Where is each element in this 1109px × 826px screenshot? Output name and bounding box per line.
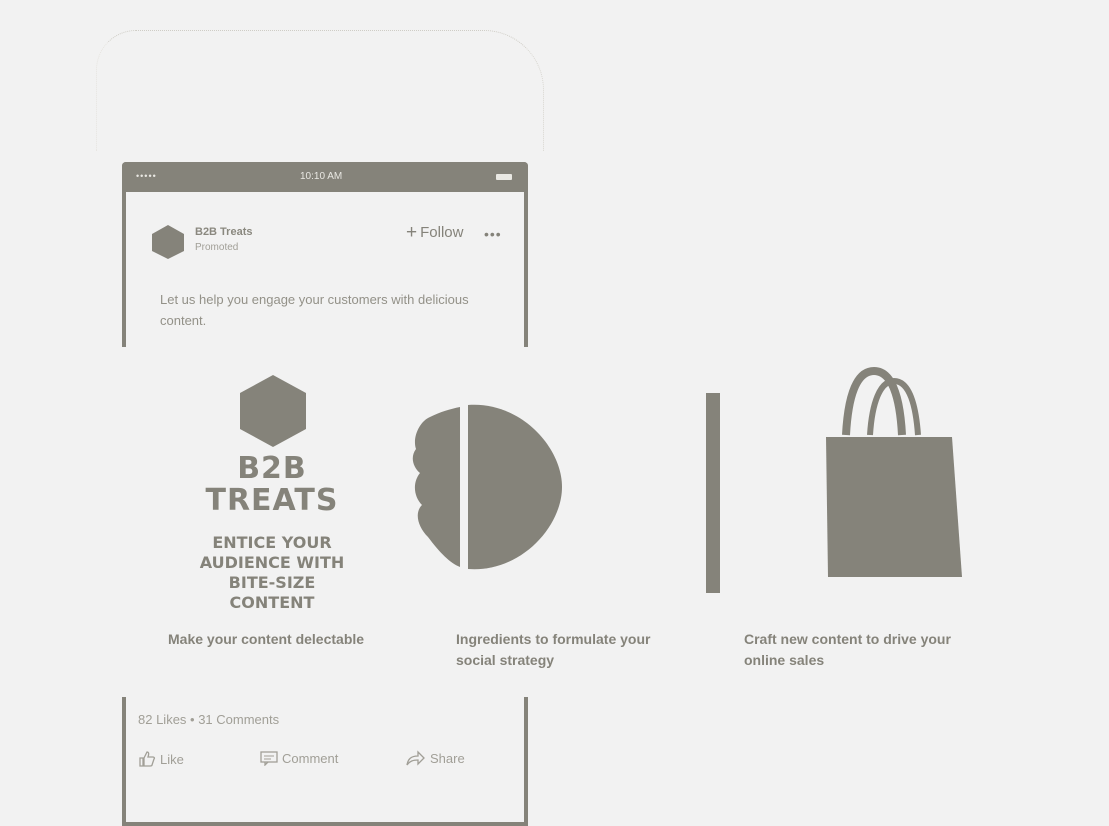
logo-title: B2B TREATS — [122, 453, 422, 517]
brand-name[interactable]: B2B Treats — [195, 226, 252, 238]
comment-button[interactable]: Comment — [260, 750, 338, 766]
post-footer: 82 Likes • 31 Comments Like Comment Shar… — [138, 712, 508, 767]
signal-dots: ••••• — [136, 171, 157, 181]
card-caption[interactable]: Craft new content to drive your online s… — [744, 629, 964, 671]
share-arrow-icon — [406, 750, 425, 766]
logo-title-text: B2B TREATS — [205, 451, 339, 518]
bitten-cookie-icon — [412, 404, 562, 570]
like-label: Like — [160, 751, 184, 767]
carousel-card[interactable]: B2B TREATS ENTICE YOUR AUDIENCE WITH BIT… — [122, 347, 410, 697]
logo-tagline: ENTICE YOUR AUDIENCE WITH BITE-SIZE CONT… — [122, 533, 422, 613]
engagement-counts[interactable]: 82 Likes • 31 Comments — [138, 712, 508, 727]
battery-icon — [496, 174, 512, 180]
status-bar: ••••• 10:10 AM — [122, 162, 528, 192]
follow-label: Follow — [420, 224, 464, 241]
thumbs-up-icon — [139, 751, 156, 767]
background-device-outline — [96, 30, 544, 151]
comment-icon — [260, 751, 278, 766]
more-options-icon[interactable]: ••• — [484, 226, 502, 242]
post-header: B2B Treats Promoted + Follow ••• — [150, 220, 510, 260]
carousel-card[interactable]: Ingredients to formulate your social str… — [410, 347, 698, 697]
hexagon-logo-icon — [240, 375, 306, 447]
like-button[interactable]: Like — [138, 750, 184, 768]
brand-avatar-hexagon-icon[interactable] — [150, 224, 186, 260]
comment-label: Comment — [282, 750, 339, 766]
action-bar: Like Comment Share — [138, 750, 508, 774]
share-label: Share — [430, 750, 465, 766]
plus-icon: + — [406, 222, 418, 243]
promoted-label: Promoted — [195, 242, 239, 253]
carousel[interactable]: B2B TREATS ENTICE YOUR AUDIENCE WITH BIT… — [122, 347, 992, 697]
card-caption[interactable]: Ingredients to formulate your social str… — [456, 629, 676, 671]
carousel-card[interactable]: Craft new content to drive your online s… — [698, 347, 986, 697]
card-caption[interactable]: Make your content delectable — [168, 629, 388, 650]
tote-bag-icon — [826, 367, 962, 577]
status-time: 10:10 AM — [300, 171, 343, 182]
follow-button[interactable]: + Follow — [406, 222, 464, 243]
share-button[interactable]: Share — [406, 750, 465, 766]
logo-tagline-text: ENTICE YOUR AUDIENCE WITH BITE-SIZE CONT… — [199, 533, 345, 612]
post-text: Let us help you engage your customers wi… — [160, 292, 469, 328]
